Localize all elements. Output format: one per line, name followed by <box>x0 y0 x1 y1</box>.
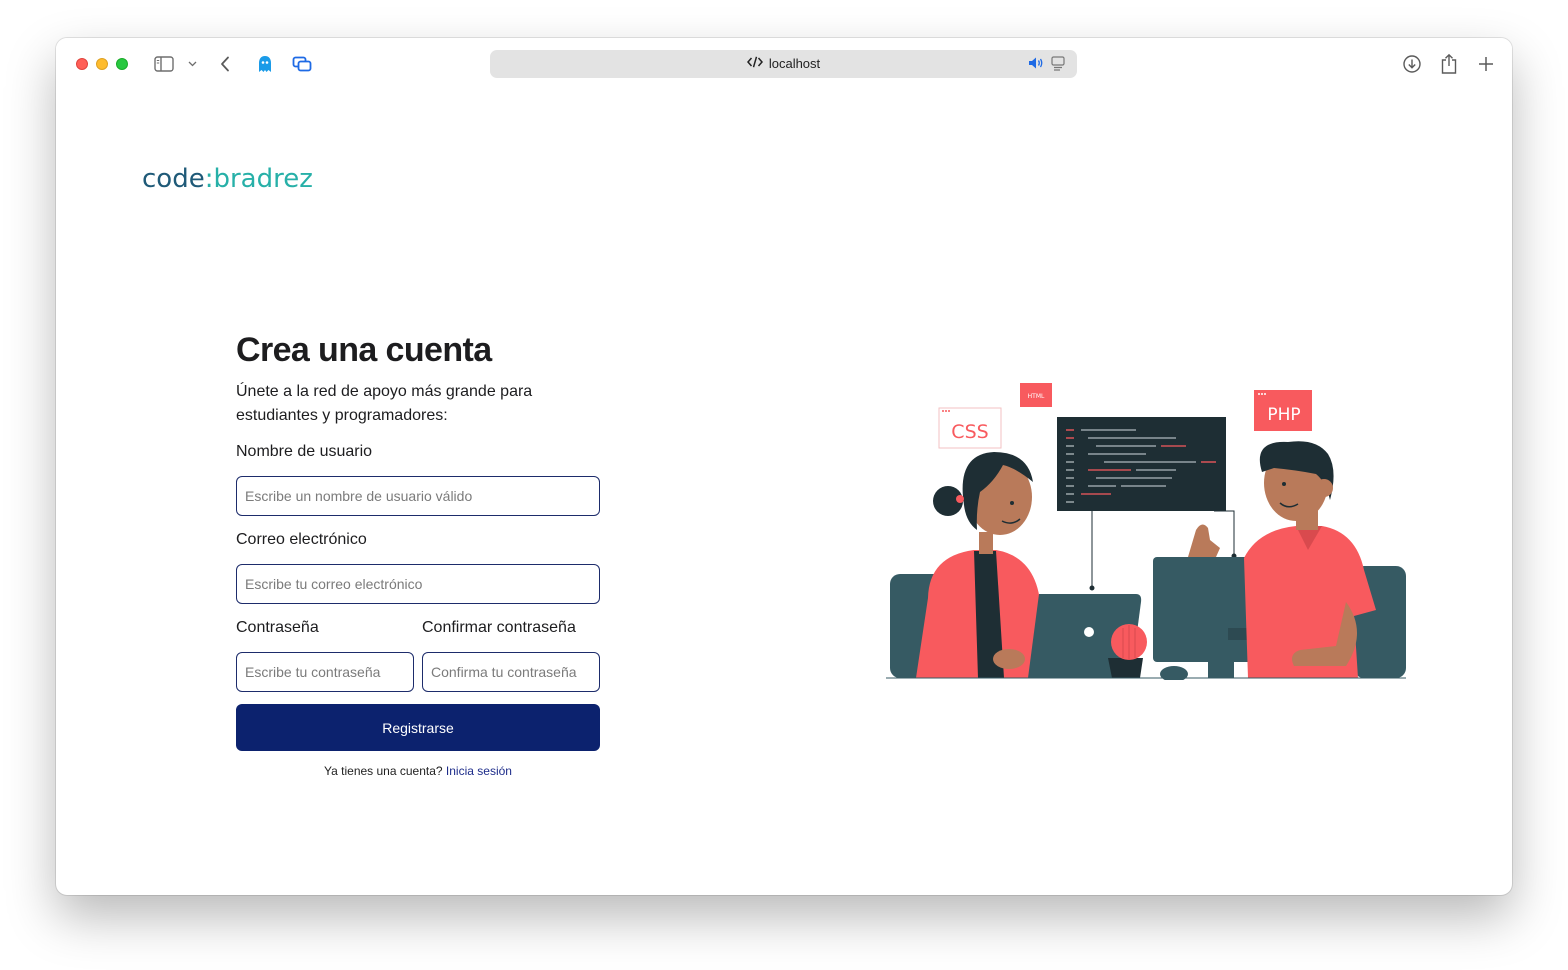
confirm-password-input[interactable] <box>422 652 600 692</box>
minimize-window-button[interactable] <box>96 58 108 70</box>
logo[interactable]: code:bradrez <box>142 164 313 194</box>
username-label: Nombre de usuario <box>236 443 373 460</box>
browser-toolbar: localhost <box>56 38 1512 90</box>
password-label: Contraseña <box>236 619 319 636</box>
email-input[interactable] <box>236 564 600 604</box>
ghost-extension-icon[interactable] <box>255 52 275 76</box>
signup-form: Crea una cuenta Únete a la red de apoyo … <box>236 330 601 778</box>
close-window-button[interactable] <box>76 58 88 70</box>
zoom-window-button[interactable] <box>116 58 128 70</box>
password-input[interactable] <box>236 652 414 692</box>
tabs-overview-icon[interactable] <box>291 52 313 76</box>
page-subtitle: Únete a la red de apoyo más grande para … <box>236 383 533 424</box>
download-icon[interactable] <box>1401 52 1423 76</box>
login-prompt: Ya tienes una cuenta? Inicia sesión <box>324 764 512 778</box>
chevron-down-icon[interactable] <box>186 52 198 76</box>
code-screen <box>1057 417 1226 511</box>
css-tag: CSS <box>951 421 988 443</box>
code-icon <box>746 50 763 78</box>
php-tag: PHP <box>1267 405 1300 425</box>
browser-window: localhost code:bradrez Crea una cuenta Ú <box>56 38 1512 895</box>
email-label: Correo electrónico <box>236 531 367 548</box>
html-tag: HTML <box>1028 393 1045 400</box>
reader-icon[interactable] <box>1051 56 1065 76</box>
confirm-password-label: Confirmar contraseña <box>422 619 576 636</box>
url-text: localhost <box>768 56 821 71</box>
developers-illustration: CSS HTML PHP <box>886 383 1406 680</box>
page-content: code:bradrez Crea una cuenta Únete a la … <box>56 90 1512 895</box>
register-button[interactable]: Registrarse <box>236 704 600 751</box>
speaker-icon[interactable] <box>1028 56 1044 75</box>
address-bar[interactable]: localhost <box>490 50 1077 78</box>
login-link[interactable]: Inicia sesión <box>446 764 512 778</box>
page-title: Crea una cuenta <box>236 331 492 369</box>
new-tab-icon[interactable] <box>1476 52 1496 76</box>
sidebar-icon[interactable] <box>152 52 176 76</box>
username-input[interactable] <box>236 476 600 516</box>
back-icon[interactable] <box>216 52 234 76</box>
share-icon[interactable] <box>1438 52 1460 76</box>
